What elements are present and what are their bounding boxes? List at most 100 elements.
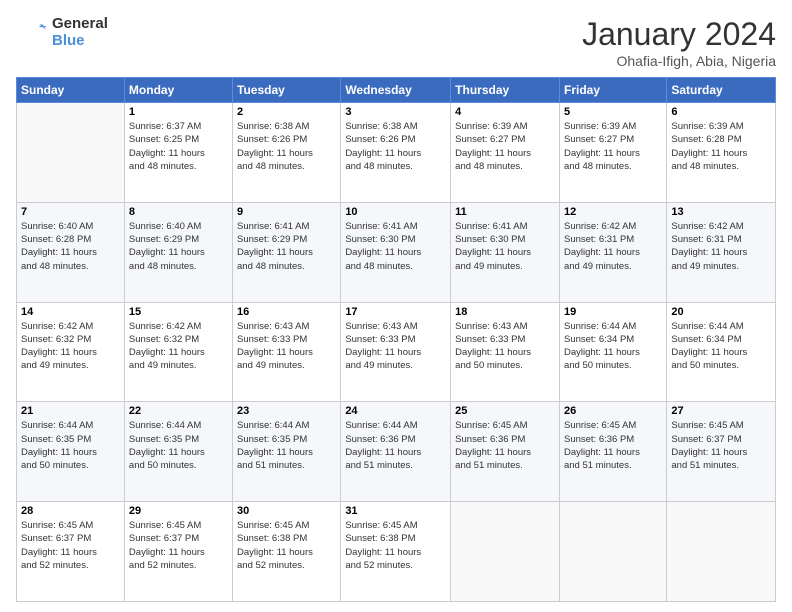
day-number: 7 bbox=[21, 206, 120, 218]
day-number: 3 bbox=[345, 106, 446, 118]
logo-graphic bbox=[16, 17, 48, 49]
day-number: 30 bbox=[237, 505, 336, 517]
calendar-cell: 21 Sunrise: 6:44 AM Sunset: 6:35 PM Dayli… bbox=[17, 402, 125, 502]
day-info: Sunrise: 6:40 AM Sunset: 6:28 PM Dayligh… bbox=[21, 220, 120, 273]
calendar-cell: 30 Sunrise: 6:45 AM Sunset: 6:38 PM Dayli… bbox=[233, 502, 341, 602]
page-header: General Blue January 2024 Ohafia-Ifigh, … bbox=[16, 16, 776, 69]
day-info: Sunrise: 6:44 AM Sunset: 6:35 PM Dayligh… bbox=[237, 419, 336, 472]
day-info: Sunrise: 6:41 AM Sunset: 6:29 PM Dayligh… bbox=[237, 220, 336, 273]
calendar-cell: 27 Sunrise: 6:45 AM Sunset: 6:37 PM Dayli… bbox=[667, 402, 776, 502]
day-info: Sunrise: 6:42 AM Sunset: 6:31 PM Dayligh… bbox=[671, 220, 771, 273]
calendar-cell: 15 Sunrise: 6:42 AM Sunset: 6:32 PM Dayli… bbox=[124, 302, 232, 402]
day-number: 22 bbox=[129, 405, 228, 417]
weekday-header-thursday: Thursday bbox=[451, 78, 560, 103]
calendar-cell: 24 Sunrise: 6:44 AM Sunset: 6:36 PM Dayli… bbox=[341, 402, 451, 502]
day-number: 16 bbox=[237, 306, 336, 318]
calendar-cell: 4 Sunrise: 6:39 AM Sunset: 6:27 PM Daylig… bbox=[451, 103, 560, 203]
day-number: 9 bbox=[237, 206, 336, 218]
calendar-cell: 23 Sunrise: 6:44 AM Sunset: 6:35 PM Dayli… bbox=[233, 402, 341, 502]
title-area: January 2024 Ohafia-Ifigh, Abia, Nigeria bbox=[582, 16, 776, 69]
weekday-header-monday: Monday bbox=[124, 78, 232, 103]
weekday-header-sunday: Sunday bbox=[17, 78, 125, 103]
day-info: Sunrise: 6:43 AM Sunset: 6:33 PM Dayligh… bbox=[237, 320, 336, 373]
day-info: Sunrise: 6:41 AM Sunset: 6:30 PM Dayligh… bbox=[345, 220, 446, 273]
day-number: 10 bbox=[345, 206, 446, 218]
day-info: Sunrise: 6:38 AM Sunset: 6:26 PM Dayligh… bbox=[237, 120, 336, 173]
calendar-cell: 6 Sunrise: 6:39 AM Sunset: 6:28 PM Daylig… bbox=[667, 103, 776, 203]
day-number: 11 bbox=[455, 206, 555, 218]
day-info: Sunrise: 6:39 AM Sunset: 6:28 PM Dayligh… bbox=[671, 120, 771, 173]
calendar-week-row: 14Sunrise: 6:42 AM Sunset: 6:32 PM Dayli… bbox=[17, 302, 776, 402]
calendar-cell: 16 Sunrise: 6:43 AM Sunset: 6:33 PM Dayli… bbox=[233, 302, 341, 402]
calendar-week-row: 1Sunrise: 6:37 AM Sunset: 6:25 PM Daylig… bbox=[17, 103, 776, 203]
calendar-week-row: 28 Sunrise: 6:45 AM Sunset: 6:37 PM Dayli… bbox=[17, 502, 776, 602]
day-number: 31 bbox=[345, 505, 446, 517]
day-number: 21 bbox=[21, 405, 120, 417]
calendar-cell: 28 Sunrise: 6:45 AM Sunset: 6:37 PM Dayli… bbox=[17, 502, 125, 602]
day-number: 8 bbox=[129, 206, 228, 218]
day-info: Sunrise: 6:45 AM Sunset: 6:38 PM Dayligh… bbox=[345, 519, 446, 572]
day-number: 27 bbox=[671, 405, 771, 417]
calendar-cell: 20Sunrise: 6:44 AM Sunset: 6:34 PM Dayli… bbox=[667, 302, 776, 402]
day-number: 28 bbox=[21, 505, 120, 517]
day-info: Sunrise: 6:42 AM Sunset: 6:32 PM Dayligh… bbox=[129, 320, 228, 373]
calendar-cell: 5Sunrise: 6:39 AM Sunset: 6:27 PM Daylig… bbox=[559, 103, 666, 203]
calendar-table: SundayMondayTuesdayWednesdayThursdayFrid… bbox=[16, 77, 776, 602]
day-info: Sunrise: 6:44 AM Sunset: 6:35 PM Dayligh… bbox=[21, 419, 120, 472]
day-info: Sunrise: 6:39 AM Sunset: 6:27 PM Dayligh… bbox=[455, 120, 555, 173]
logo-text-blue: Blue bbox=[52, 33, 108, 50]
day-number: 12 bbox=[564, 206, 662, 218]
day-info: Sunrise: 6:42 AM Sunset: 6:31 PM Dayligh… bbox=[564, 220, 662, 273]
calendar-cell: 29Sunrise: 6:45 AM Sunset: 6:37 PM Dayli… bbox=[124, 502, 232, 602]
month-title: January 2024 bbox=[582, 16, 776, 53]
weekday-header-saturday: Saturday bbox=[667, 78, 776, 103]
calendar-cell: 9 Sunrise: 6:41 AM Sunset: 6:29 PM Daylig… bbox=[233, 202, 341, 302]
calendar-cell: 31 Sunrise: 6:45 AM Sunset: 6:38 PM Dayli… bbox=[341, 502, 451, 602]
weekday-header-wednesday: Wednesday bbox=[341, 78, 451, 103]
day-number: 25 bbox=[455, 405, 555, 417]
calendar-header-row: SundayMondayTuesdayWednesdayThursdayFrid… bbox=[17, 78, 776, 103]
day-info: Sunrise: 6:45 AM Sunset: 6:38 PM Dayligh… bbox=[237, 519, 336, 572]
calendar-week-row: 7 Sunrise: 6:40 AM Sunset: 6:28 PM Daylig… bbox=[17, 202, 776, 302]
calendar-cell: 12 Sunrise: 6:42 AM Sunset: 6:31 PM Dayli… bbox=[559, 202, 666, 302]
day-info: Sunrise: 6:45 AM Sunset: 6:37 PM Dayligh… bbox=[21, 519, 120, 572]
day-info: Sunrise: 6:45 AM Sunset: 6:37 PM Dayligh… bbox=[671, 419, 771, 472]
day-info: Sunrise: 6:43 AM Sunset: 6:33 PM Dayligh… bbox=[455, 320, 555, 373]
day-info: Sunrise: 6:38 AM Sunset: 6:26 PM Dayligh… bbox=[345, 120, 446, 173]
day-number: 23 bbox=[237, 405, 336, 417]
calendar-cell: 7 Sunrise: 6:40 AM Sunset: 6:28 PM Daylig… bbox=[17, 202, 125, 302]
calendar-cell: 3 Sunrise: 6:38 AM Sunset: 6:26 PM Daylig… bbox=[341, 103, 451, 203]
calendar-cell bbox=[559, 502, 666, 602]
calendar-cell: 18 Sunrise: 6:43 AM Sunset: 6:33 PM Dayli… bbox=[451, 302, 560, 402]
calendar-cell: 10 Sunrise: 6:41 AM Sunset: 6:30 PM Dayli… bbox=[341, 202, 451, 302]
day-number: 29 bbox=[129, 505, 228, 517]
location-subtitle: Ohafia-Ifigh, Abia, Nigeria bbox=[582, 53, 776, 69]
calendar-cell: 22 Sunrise: 6:44 AM Sunset: 6:35 PM Dayli… bbox=[124, 402, 232, 502]
calendar-cell bbox=[17, 103, 125, 203]
day-number: 19 bbox=[564, 306, 662, 318]
day-info: Sunrise: 6:37 AM Sunset: 6:25 PM Dayligh… bbox=[129, 120, 228, 173]
day-info: Sunrise: 6:44 AM Sunset: 6:35 PM Dayligh… bbox=[129, 419, 228, 472]
calendar-cell: 14Sunrise: 6:42 AM Sunset: 6:32 PM Dayli… bbox=[17, 302, 125, 402]
day-number: 4 bbox=[455, 106, 555, 118]
day-number: 15 bbox=[129, 306, 228, 318]
day-info: Sunrise: 6:41 AM Sunset: 6:30 PM Dayligh… bbox=[455, 220, 555, 273]
calendar-cell: 1Sunrise: 6:37 AM Sunset: 6:25 PM Daylig… bbox=[124, 103, 232, 203]
calendar-cell: 13 Sunrise: 6:42 AM Sunset: 6:31 PM Dayli… bbox=[667, 202, 776, 302]
calendar-cell: 2Sunrise: 6:38 AM Sunset: 6:26 PM Daylig… bbox=[233, 103, 341, 203]
day-number: 24 bbox=[345, 405, 446, 417]
day-info: Sunrise: 6:44 AM Sunset: 6:34 PM Dayligh… bbox=[564, 320, 662, 373]
day-info: Sunrise: 6:44 AM Sunset: 6:36 PM Dayligh… bbox=[345, 419, 446, 472]
calendar-week-row: 21 Sunrise: 6:44 AM Sunset: 6:35 PM Dayli… bbox=[17, 402, 776, 502]
calendar-cell: 17Sunrise: 6:43 AM Sunset: 6:33 PM Dayli… bbox=[341, 302, 451, 402]
day-info: Sunrise: 6:45 AM Sunset: 6:36 PM Dayligh… bbox=[564, 419, 662, 472]
calendar-cell: 11 Sunrise: 6:41 AM Sunset: 6:30 PM Dayli… bbox=[451, 202, 560, 302]
day-info: Sunrise: 6:43 AM Sunset: 6:33 PM Dayligh… bbox=[345, 320, 446, 373]
logo-text-general: General bbox=[52, 16, 108, 33]
day-number: 18 bbox=[455, 306, 555, 318]
day-number: 13 bbox=[671, 206, 771, 218]
weekday-header-friday: Friday bbox=[559, 78, 666, 103]
day-number: 6 bbox=[671, 106, 771, 118]
calendar-cell: 26Sunrise: 6:45 AM Sunset: 6:36 PM Dayli… bbox=[559, 402, 666, 502]
day-number: 20 bbox=[671, 306, 771, 318]
